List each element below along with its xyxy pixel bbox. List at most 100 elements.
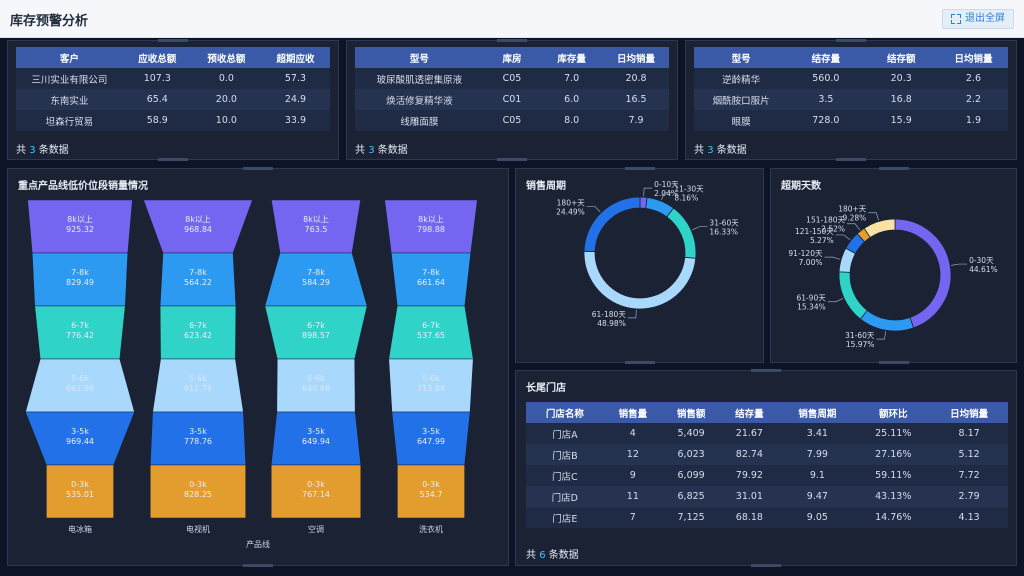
donut-slice[interactable] [894, 218, 952, 329]
table-row[interactable]: 门店C 9 6,099 79.92 9.1 59.11% 7.72 [526, 465, 1008, 486]
overstock-panel: 型号 结存量 结存额 日均销量 逆龄精华 560.0 20.3 2.6 烟酰胺口服片 3.5 16… [685, 39, 1017, 161]
table-row[interactable]: 三川实业有限公司 107.3 0.0 57.3 [16, 68, 330, 89]
column-header: 销售周期 [778, 402, 857, 423]
table-cell: 东南实业 [16, 89, 123, 110]
donut-percent-label: 15.97% [846, 340, 875, 349]
table-cell: 560.0 [788, 68, 864, 89]
donut-category-label: 61-180天 [592, 310, 627, 319]
funnel-value-label: 537.65 [417, 331, 445, 340]
table-cell: 1.9 [938, 110, 1008, 131]
table-row[interactable]: 玻尿酸肌透密集原液 C05 7.0 20.8 [355, 68, 669, 89]
table-cell: 8.0 [540, 110, 604, 131]
funnel-band-label: 0-3k [71, 480, 89, 489]
funnel-value-label: 776.42 [66, 331, 94, 340]
column-header: 门店名称 [526, 402, 604, 423]
table-cell: 11 [603, 486, 662, 507]
funnel-band-label: 7-8k [189, 268, 207, 277]
table-cell: 7.72 [930, 465, 1008, 486]
funnel-band-label: 5-6k [422, 374, 440, 383]
overdue-panel: 超期天数 0-30天 44.61% 31-60天 15.97% 61-90天 15.34%… [770, 167, 1017, 364]
table-cell: 眼膜 [694, 110, 789, 131]
table-row[interactable]: 眼膜 728.0 15.9 1.9 [694, 110, 1008, 131]
funnel-value-label: 564.22 [184, 278, 212, 287]
funnel-value-label: 661.64 [417, 278, 445, 287]
table-cell: 2.2 [938, 89, 1008, 110]
funnel-band-label: 3-5k [71, 427, 89, 436]
column-header: 日均销量 [938, 47, 1008, 68]
table-cell: 65.4 [122, 89, 192, 110]
funnel-band-label: 6-7k [307, 321, 325, 330]
category-label: 电视机 [186, 524, 210, 534]
category-label: 洗衣机 [419, 524, 443, 534]
funnel-value-label: 612.78 [184, 384, 212, 393]
donut-category-label: 180+天 [838, 205, 867, 214]
table-cell: 门店A [526, 423, 604, 444]
receivables-count: 共 3 条数据 [16, 145, 69, 156]
funnel-chart: 8k以上925.327-8k829.496-7k776.425-6k662.96… [25, 199, 478, 549]
donut-category-label: 11-30天 [674, 185, 704, 194]
table-row[interactable]: 门店A 4 5,409 21.67 3.41 25.11% 8.17 [526, 423, 1008, 444]
table-cell: 9.1 [778, 465, 857, 486]
table-cell: 坦森行贸易 [16, 110, 123, 131]
table-cell: 5.12 [930, 444, 1008, 465]
table-cell: 5,409 [661, 423, 721, 444]
table-cell: C05 [483, 68, 541, 89]
funnel-panel: 重点产品线低价位段销量情况 8k以上 925.32 7-8k 829.49 6-7k 77… [7, 167, 509, 567]
table-cell: 门店B [526, 444, 604, 465]
table-row[interactable]: 烟酰胺口服片 3.5 16.8 2.2 [694, 89, 1008, 110]
table-row[interactable]: 门店D 11 6,825 31.01 9.47 43.13% 2.79 [526, 486, 1008, 507]
table-cell: 9 [603, 465, 662, 486]
funnel-value-label: 647.99 [417, 437, 445, 446]
exit-fullscreen-button[interactable]: 退出全屏 [942, 9, 1014, 29]
column-header: 客户 [16, 47, 123, 68]
donut-category-label: 180+天 [557, 198, 586, 207]
table-cell: 线雕面膜 [355, 110, 484, 131]
column-header: 库存量 [540, 47, 604, 68]
donut-percent-label: 48.98% [597, 319, 626, 328]
store-table: 门店名称 销售量 销售额 结存量 销售周期 额环比 日均销量 门店A 4 5,409 21.67 3… [526, 402, 1008, 528]
funnel-value-label: 969.44 [66, 437, 94, 446]
funnel-value-label: 767.14 [302, 490, 330, 499]
table-row[interactable]: 坦森行贸易 58.9 10.0 33.9 [16, 110, 330, 131]
donut-slice[interactable] [863, 218, 896, 238]
low-stock-count: 共 3 条数据 [355, 145, 408, 156]
donut-slice[interactable] [583, 250, 697, 310]
top-bar: 库存预警分析 退出全屏 [0, 0, 1024, 38]
column-header: 超期应收 [260, 47, 330, 68]
donut-percent-label: 44.61% [969, 265, 998, 274]
table-row[interactable]: 门店E 7 7,125 68.18 9.05 14.76% 4.13 [526, 507, 1008, 528]
donut-slice[interactable] [838, 271, 868, 320]
table-cell: 焕活修复精华液 [355, 89, 484, 110]
table-row[interactable]: 门店B 12 6,023 82.74 7.99 27.16% 5.12 [526, 444, 1008, 465]
donut-slice[interactable] [666, 207, 697, 259]
table-row[interactable]: 逆龄精华 560.0 20.3 2.6 [694, 68, 1008, 89]
table-cell: 20.8 [603, 68, 669, 89]
column-header: 销售额 [661, 402, 721, 423]
funnel-value-label: 713.84 [417, 384, 445, 393]
table-row[interactable]: 焕活修复精华液 C01 6.0 16.5 [355, 89, 669, 110]
table-row[interactable]: 线雕面膜 C05 8.0 7.9 [355, 110, 669, 131]
column-header: 销售量 [603, 402, 662, 423]
table-cell: 9.05 [778, 507, 857, 528]
table-cell: 107.3 [122, 68, 192, 89]
table-cell: 7,125 [661, 507, 721, 528]
donut-slice[interactable] [859, 309, 915, 332]
funnel-band-label: 5-6k [307, 374, 325, 383]
funnel-value-label: 623.42 [184, 331, 212, 340]
column-header: 结存额 [863, 47, 939, 68]
low-stock-table: 型号 库房 库存量 日均销量 玻尿酸肌透密集原液 C05 7.0 20.8 焕活修复精华液 C0… [355, 47, 669, 131]
column-header: 型号 [694, 47, 789, 68]
table-cell: 82.74 [720, 444, 779, 465]
funnel-band-label: 0-3k [189, 480, 207, 489]
donut-slice[interactable] [583, 196, 641, 252]
table-cell: C05 [483, 110, 541, 131]
table-cell: 15.9 [863, 110, 939, 131]
funnel-band-label: 7-8k [422, 268, 440, 277]
funnel-band-label: 8k以上 [418, 215, 444, 224]
table-row[interactable]: 东南实业 65.4 20.0 24.9 [16, 89, 330, 110]
sales-cycle-panel: 销售周期 0-10天 2.04% 11-30天 8.16% 31-60天 16.33% 61… [515, 167, 764, 364]
low-stock-panel: 型号 库房 库存量 日均销量 玻尿酸肌透密集原液 C05 7.0 20.8 焕活修复精华液 C0… [346, 39, 678, 161]
table-cell: 逆龄精华 [694, 68, 789, 89]
funnel-band-label: 5-6k [189, 374, 207, 383]
table-cell: 9.47 [778, 486, 857, 507]
